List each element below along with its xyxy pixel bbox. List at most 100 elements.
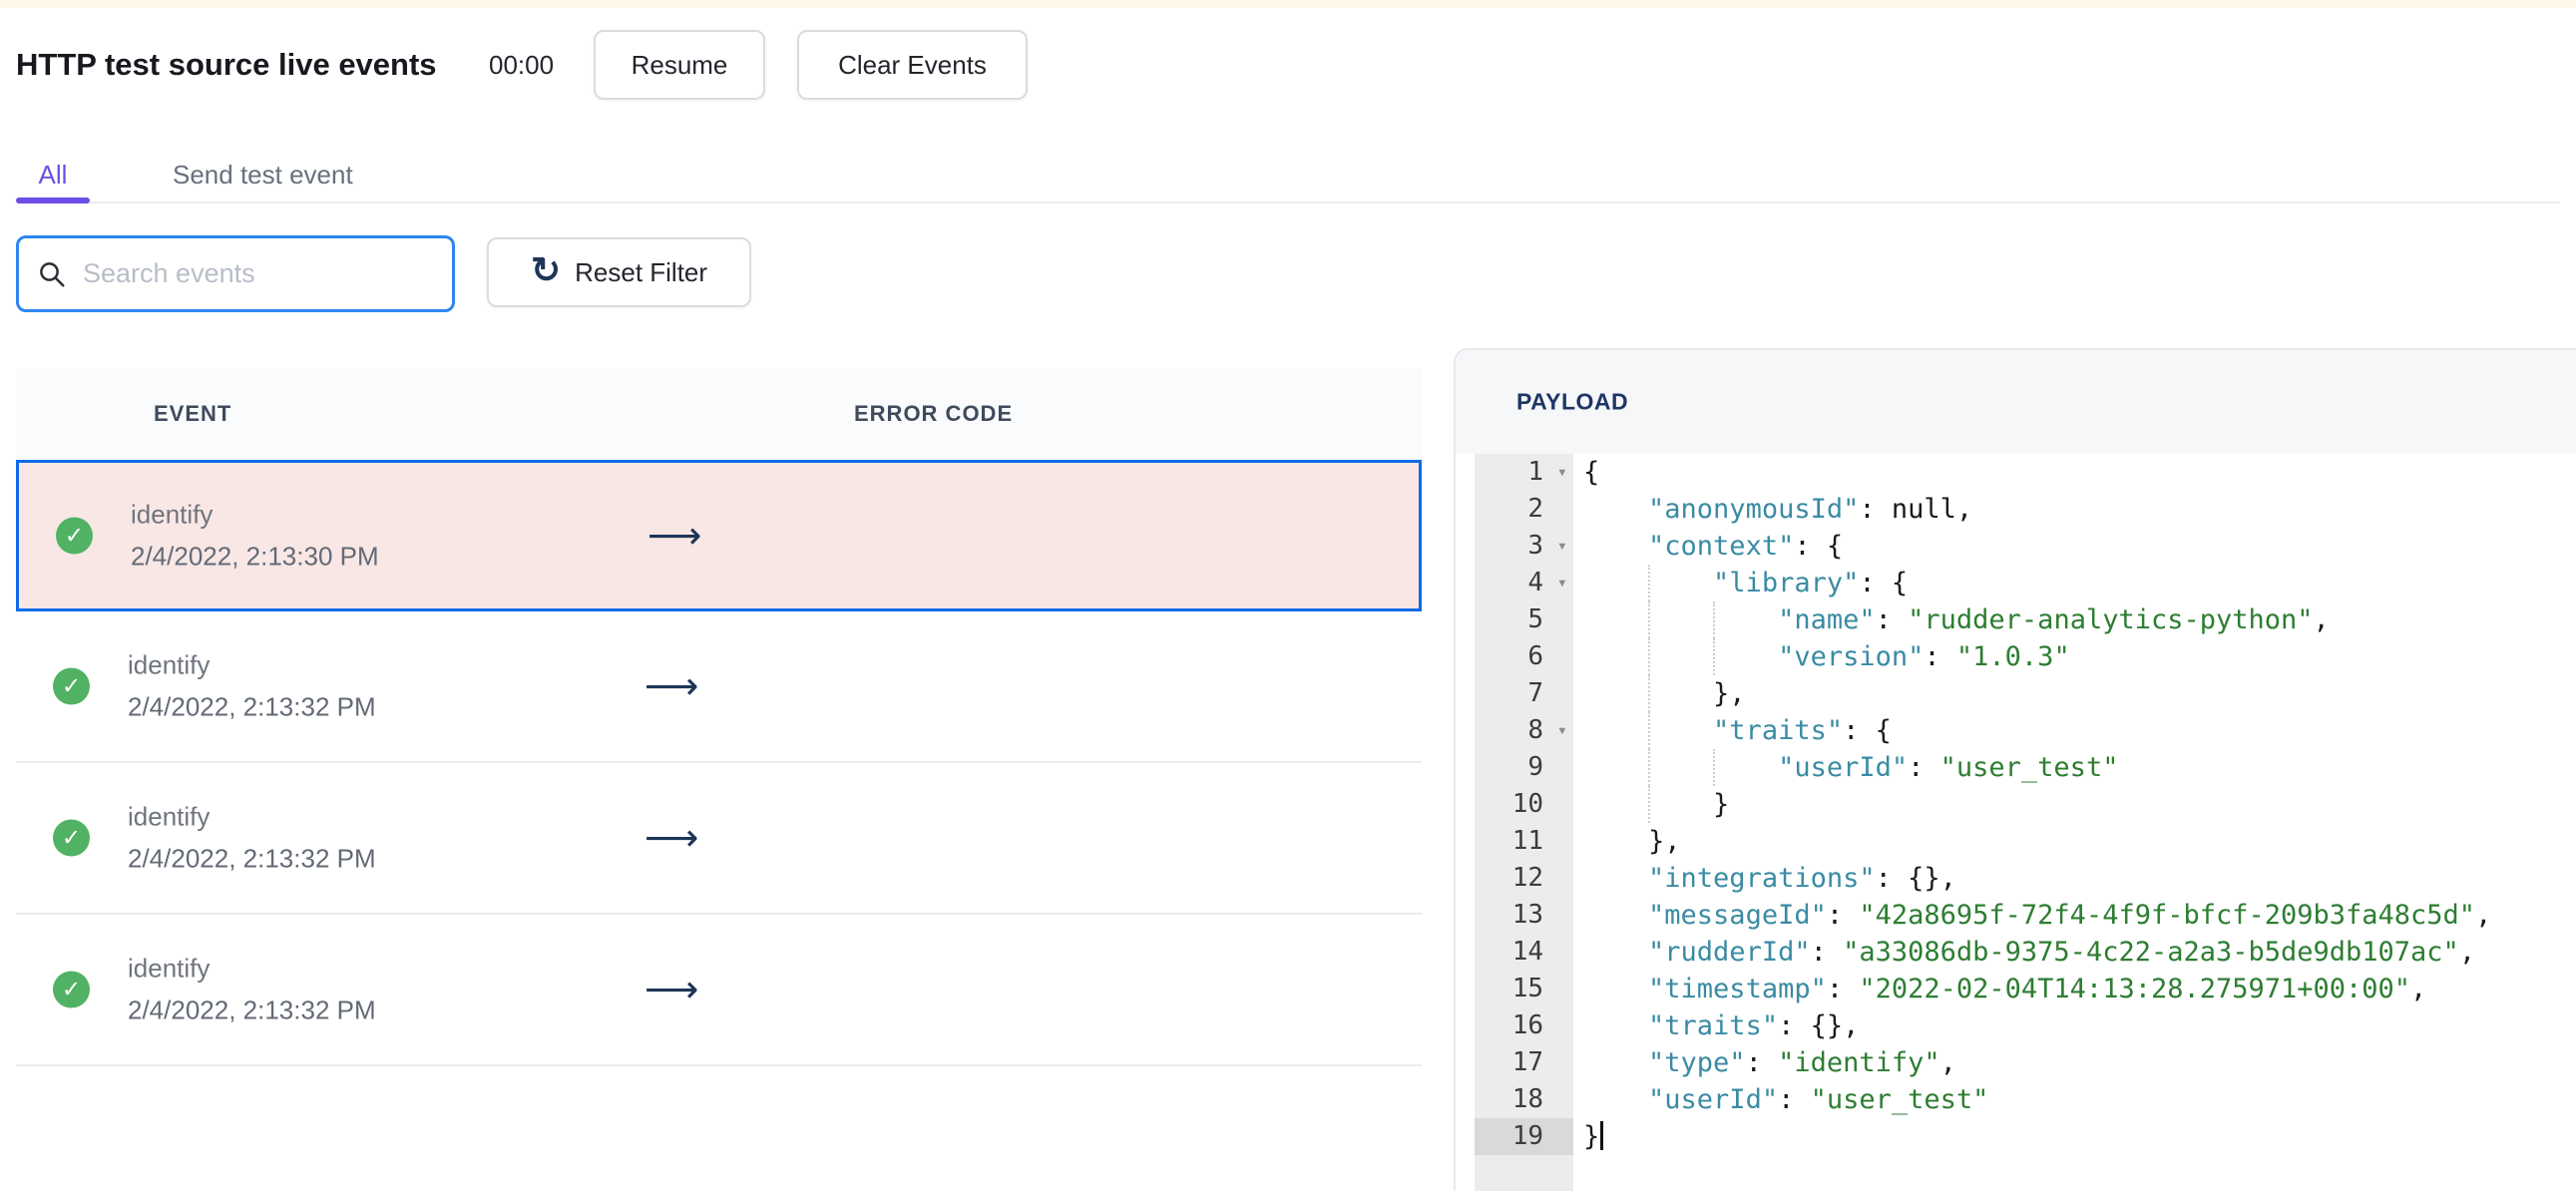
indent-guide — [1648, 712, 1650, 749]
reset-filter-button[interactable]: ↻ Reset Filter — [487, 237, 751, 307]
payload-panel: PAYLOAD 1 ▾ { 2 "anonymousId": null, 3 ▾ "… — [1454, 348, 2576, 1191]
event-timestamp: 2/4/2022, 2:13:32 PM — [128, 994, 376, 1025]
line-number: 11 — [1511, 826, 1543, 856]
check-circle-icon: ✓ — [56, 517, 93, 555]
collapse-caret-icon[interactable]: ▾ — [1557, 575, 1567, 592]
indent-guide — [1648, 601, 1650, 638]
line-number: 5 — [1527, 604, 1543, 634]
event-cell: identify 2/4/2022, 2:13:32 PM — [128, 954, 376, 1026]
event-name: identify — [128, 649, 211, 680]
gutter-cell: 10 — [1475, 786, 1573, 823]
line-number: 9 — [1527, 752, 1543, 782]
table-row[interactable]: ✓ identify 2/4/2022, 2:13:32 PM ⟶ — [16, 915, 1422, 1066]
code-line: 15 "timestamp": "2022-02-04T14:13:28.275… — [1456, 971, 2576, 1007]
tab-divider — [16, 201, 2560, 203]
code-line-content[interactable]: "traits": { — [1573, 712, 2576, 749]
code-line-content[interactable]: "anonymousId": null, — [1573, 491, 2576, 528]
table-row[interactable]: ✓ identify 2/4/2022, 2:13:30 PM ⟶ — [16, 460, 1422, 611]
reset-filter-label: Reset Filter — [575, 256, 708, 287]
code-line: 9 "userId": "user_test" — [1456, 749, 2576, 786]
code-line-content[interactable]: "userId": "user_test" — [1573, 1081, 2576, 1118]
top-banner-strip — [0, 0, 2576, 8]
collapse-caret-icon[interactable]: ▾ — [1557, 722, 1567, 739]
gutter-cell: 15 — [1475, 971, 1573, 1007]
code-line: 18 "userId": "user_test" — [1456, 1081, 2576, 1118]
long-arrow-right-icon[interactable]: ⟶ — [644, 664, 698, 709]
code-line-content[interactable]: "traits": {}, — [1573, 1007, 2576, 1044]
code-line-content[interactable]: }, — [1573, 823, 2576, 860]
long-arrow-right-icon[interactable]: ⟶ — [644, 968, 698, 1012]
indent-guide — [1713, 638, 1715, 675]
gutter-cell: 8 ▾ — [1475, 712, 1573, 749]
code-line-content[interactable]: { — [1573, 454, 2576, 491]
text-cursor — [1600, 1121, 1604, 1150]
event-name: identify — [128, 953, 211, 984]
gutter-cell: 7 — [1475, 675, 1573, 712]
gutter-cell: 18 — [1475, 1081, 1573, 1118]
live-events-page: HTTP test source live events 00:00 Resum… — [0, 0, 2576, 1191]
resume-button[interactable]: Resume — [594, 30, 765, 100]
line-number: 8 — [1527, 715, 1543, 745]
code-line: 3 ▾ "context": { — [1456, 528, 2576, 565]
gutter-cell: 9 — [1475, 749, 1573, 786]
code-line-content[interactable]: "library": { — [1573, 565, 2576, 601]
table-row[interactable]: ✓ identify 2/4/2022, 2:13:32 PM ⟶ — [16, 611, 1422, 763]
clear-events-button[interactable]: Clear Events — [797, 30, 1028, 100]
active-tab-indicator — [16, 198, 90, 203]
line-number: 1 — [1527, 457, 1543, 487]
long-arrow-right-icon[interactable]: ⟶ — [647, 514, 701, 559]
line-number: 4 — [1527, 568, 1543, 597]
code-line: 6 "version": "1.0.3" — [1456, 638, 2576, 675]
column-header-error-code: ERROR CODE — [854, 401, 1014, 426]
code-line-content[interactable]: } — [1573, 786, 2576, 823]
event-timestamp: 2/4/2022, 2:13:30 PM — [131, 541, 379, 572]
code-line-content[interactable]: "integrations": {}, — [1573, 860, 2576, 897]
check-circle-icon: ✓ — [53, 971, 90, 1008]
gutter-cell: 4 ▾ — [1475, 565, 1573, 601]
code-line: 13 "messageId": "42a8695f-72f4-4f9f-bfcf… — [1456, 897, 2576, 934]
code-line-content[interactable]: "messageId": "42a8695f-72f4-4f9f-bfcf-20… — [1573, 897, 2576, 934]
code-line-content[interactable]: "context": { — [1573, 528, 2576, 565]
code-line: 4 ▾ "library": { — [1456, 565, 2576, 601]
tab-send-test-event[interactable]: Send test event — [173, 150, 353, 199]
collapse-caret-icon[interactable]: ▾ — [1557, 464, 1567, 481]
indent-guide — [1713, 601, 1715, 638]
gutter-cell: 19 — [1475, 1118, 1573, 1155]
code-line-content[interactable]: "rudderId": "a33086db-9375-4c22-a2a3-b5d… — [1573, 934, 2576, 971]
code-line-content[interactable]: "timestamp": "2022-02-04T14:13:28.275971… — [1573, 971, 2576, 1007]
long-arrow-right-icon[interactable]: ⟶ — [644, 816, 698, 861]
gutter-cell: 11 — [1475, 823, 1573, 860]
line-number: 6 — [1527, 641, 1543, 671]
code-line: 12 "integrations": {}, — [1456, 860, 2576, 897]
tab-all[interactable]: All — [16, 150, 90, 199]
code-line-content[interactable]: "name": "rudder-analytics-python", — [1573, 601, 2576, 638]
line-number: 14 — [1511, 937, 1543, 967]
payload-code-editor[interactable]: 1 ▾ { 2 "anonymousId": null, 3 ▾ "context"… — [1456, 454, 2576, 1191]
refresh-icon: ↻ — [530, 249, 562, 290]
event-cell: identify 2/4/2022, 2:13:30 PM — [131, 500, 379, 573]
search-input[interactable] — [81, 257, 434, 290]
indent-guide — [1648, 638, 1650, 675]
gutter-cell: 16 — [1475, 1007, 1573, 1044]
code-line: 7 }, — [1456, 675, 2576, 712]
gutter-cell: 5 — [1475, 601, 1573, 638]
table-row[interactable]: ✓ identify 2/4/2022, 2:13:32 PM ⟶ — [16, 763, 1422, 915]
code-line: 1 ▾ { — [1456, 454, 2576, 491]
code-line-content[interactable]: "userId": "user_test" — [1573, 749, 2576, 786]
gutter-cell: 2 — [1475, 491, 1573, 528]
code-line-content[interactable]: "version": "1.0.3" — [1573, 638, 2576, 675]
code-line-content[interactable]: } — [1573, 1118, 2576, 1155]
search-box[interactable] — [16, 235, 455, 312]
collapse-caret-icon[interactable]: ▾ — [1557, 538, 1567, 555]
indent-guide — [1648, 675, 1650, 712]
events-table-rows: ✓ identify 2/4/2022, 2:13:30 PM ⟶ ✓ iden… — [16, 460, 1422, 1066]
code-line-content[interactable]: "type": "identify", — [1573, 1044, 2576, 1081]
code-line: 19 } — [1456, 1118, 2576, 1155]
indent-guide — [1648, 565, 1650, 601]
code-line: 8 ▾ "traits": { — [1456, 712, 2576, 749]
line-number: 18 — [1511, 1084, 1543, 1114]
code-line: 17 "type": "identify", — [1456, 1044, 2576, 1081]
code-line: 11 }, — [1456, 823, 2576, 860]
code-line-content[interactable]: }, — [1573, 675, 2576, 712]
indent-guide — [1648, 749, 1650, 786]
